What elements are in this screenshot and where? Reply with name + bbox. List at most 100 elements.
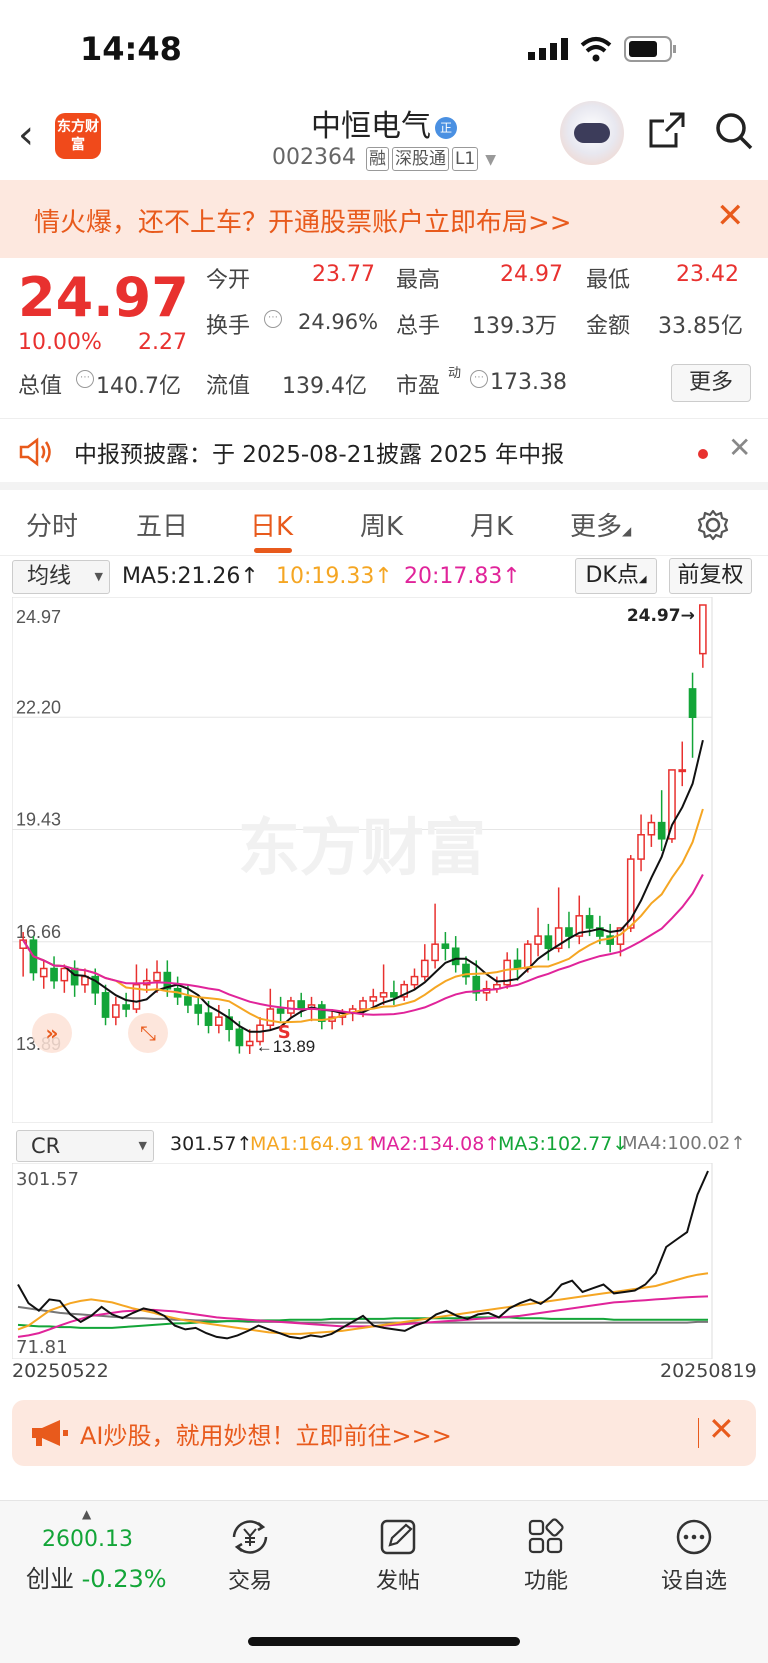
index-ticker[interactable]: 创业 -0.23% <box>26 1559 167 1594</box>
nav-trade[interactable]: 交易 <box>195 1517 305 1595</box>
quote-panel: 24.97 10.00% 2.27 今开 23.77 最高 24.97 最低 2… <box>0 258 768 418</box>
tab-five-day[interactable]: 五日 <box>136 506 188 543</box>
tab-more-label: 更多 <box>570 512 623 542</box>
chevrons-icon: » <box>46 1021 59 1045</box>
promo-banner-text: 情火爆，还不上车？开通股票账户立即布局>> <box>34 208 572 238</box>
tag-margin: 融 <box>365 147 389 171</box>
candle-body <box>184 996 192 1006</box>
cr-ma1-value: MA1:164.91↑ <box>250 1133 381 1155</box>
cr-chart[interactable]: 301.57 71.81 <box>12 1163 756 1359</box>
tab-monthly-k[interactable]: 月K <box>470 506 513 543</box>
candle-body <box>122 1004 130 1010</box>
candle-body <box>565 927 573 937</box>
candle-body <box>534 935 542 945</box>
tab-more[interactable]: 更多◢ <box>570 506 631 543</box>
change-amount: 2.27 <box>138 330 187 355</box>
candle-body <box>544 935 553 949</box>
candle-body <box>379 992 388 998</box>
candle-body <box>204 1012 213 1026</box>
candle-body <box>688 688 697 719</box>
candle-body <box>153 971 161 982</box>
corner-arrow-icon: ◢ <box>622 524 632 538</box>
adjust-price-button[interactable]: 前复权 <box>669 558 752 594</box>
value-open: 23.77 <box>312 262 375 287</box>
s-marker: S <box>278 1022 291 1043</box>
candle-body <box>111 1004 120 1018</box>
close-icon[interactable]: ✕ <box>708 1410 735 1448</box>
label-low: 最低 <box>586 268 631 293</box>
expand-arrow-icon[interactable]: ▲ <box>82 1507 91 1521</box>
indicator-select[interactable]: 均线 ▼ <box>12 560 110 594</box>
value-high: 24.97 <box>500 262 563 287</box>
nav-trade-label: 交易 <box>227 1569 272 1594</box>
dk-point-button[interactable]: DK点◢ <box>575 558 657 594</box>
cr-select[interactable]: CR ▼ <box>16 1130 154 1162</box>
tab-daily-k[interactable]: 日K <box>250 506 293 543</box>
info-icon[interactable]: ⋯ <box>470 370 488 388</box>
grid-icon <box>528 1518 564 1554</box>
share-icon[interactable] <box>648 111 686 149</box>
search-icon[interactable] <box>714 111 754 151</box>
y-tick-label: 22.20 <box>16 697 61 717</box>
value-total-value: 140.7亿 <box>96 374 181 399</box>
tab-intraday[interactable]: 分时 <box>26 506 78 543</box>
candle-body <box>235 1028 244 1047</box>
ma20-line <box>22 874 704 1016</box>
label-high: 最高 <box>396 268 441 293</box>
watermark: 东方财富 <box>238 811 486 884</box>
close-icon[interactable]: ✕ <box>716 196 745 236</box>
megaphone-icon <box>32 1420 68 1446</box>
value-volume: 139.3万 <box>472 314 557 339</box>
stock-header: ‹ 东方财富 中恒电气正 002364 融深股通 L1 ▼ <box>0 95 768 180</box>
ai-assistant-avatar[interactable] <box>560 101 624 165</box>
ma20-value: 20:17.83↑ <box>404 564 521 589</box>
ai-ad-banner[interactable]: AI炒股，就用妙想！立即前往>>> ✕ <box>12 1400 756 1466</box>
more-dots-icon <box>676 1519 712 1555</box>
index-change: -0.23% <box>81 1565 167 1593</box>
info-icon[interactable]: ⋯ <box>76 370 94 388</box>
robot-face-icon <box>574 123 610 143</box>
candle-body <box>276 1008 285 1014</box>
value-turnover: 24.96% <box>298 310 379 334</box>
ma10-value: 10:19.33↑ <box>276 564 393 589</box>
candle-body <box>699 604 707 655</box>
status-bar: 14:48 <box>0 0 768 95</box>
cr-ma4-value: MA4:100.02↑ <box>622 1133 746 1154</box>
candle-body <box>431 943 439 962</box>
trade-icon <box>232 1520 268 1554</box>
label-open: 今开 <box>206 268 251 293</box>
kline-chart[interactable]: 24.9722.2019.4316.6613.89东方财富24.97→←13.8… <box>12 597 756 1123</box>
candle-body <box>410 975 419 986</box>
candle-body <box>637 834 645 860</box>
ma5-value: MA5:21.26↑ <box>122 564 259 589</box>
edit-icon <box>380 1519 416 1555</box>
candle-body <box>101 992 110 1018</box>
candle-body <box>60 967 69 982</box>
notice-bar[interactable]: 中报预披露：于 2025-08-21披露 2025 年中报 ✕ <box>0 418 768 490</box>
candle-body <box>50 967 58 982</box>
close-icon[interactable]: ✕ <box>728 431 751 464</box>
zheng-badge-icon: 正 <box>435 116 457 139</box>
nav-post[interactable]: 发帖 <box>343 1517 453 1595</box>
candle-body <box>245 1040 254 1047</box>
index-value: 2600.13 <box>42 1527 133 1552</box>
tag-level: L1 <box>451 147 479 171</box>
cr-value: 301.57↑ <box>170 1133 253 1155</box>
promo-banner[interactable]: 情火爆，还不上车？开通股票账户立即布局>> ✕ <box>0 180 768 258</box>
bottom-nav: ▲ 2600.13 创业 -0.23% 交易 发帖 功能 设自选 <box>0 1500 768 1663</box>
gear-icon[interactable] <box>696 508 730 542</box>
more-button[interactable]: 更多 <box>671 364 751 402</box>
battery-icon <box>624 36 676 62</box>
candle-body <box>39 967 48 978</box>
wifi-icon <box>580 37 612 62</box>
dropdown-arrow-icon: ▼ <box>94 570 103 583</box>
candle-body <box>194 1004 203 1014</box>
value-low: 23.42 <box>676 262 739 287</box>
high-price-label: 24.97→ <box>627 606 695 626</box>
tab-weekly-k[interactable]: 周K <box>360 506 403 543</box>
nav-functions[interactable]: 功能 <box>491 1517 601 1595</box>
speaker-icon <box>19 437 51 467</box>
indicator-select-label: 均线 <box>27 564 72 589</box>
nav-watchlist[interactable]: 设自选 <box>639 1517 749 1595</box>
info-icon[interactable]: ⋯ <box>264 310 282 328</box>
